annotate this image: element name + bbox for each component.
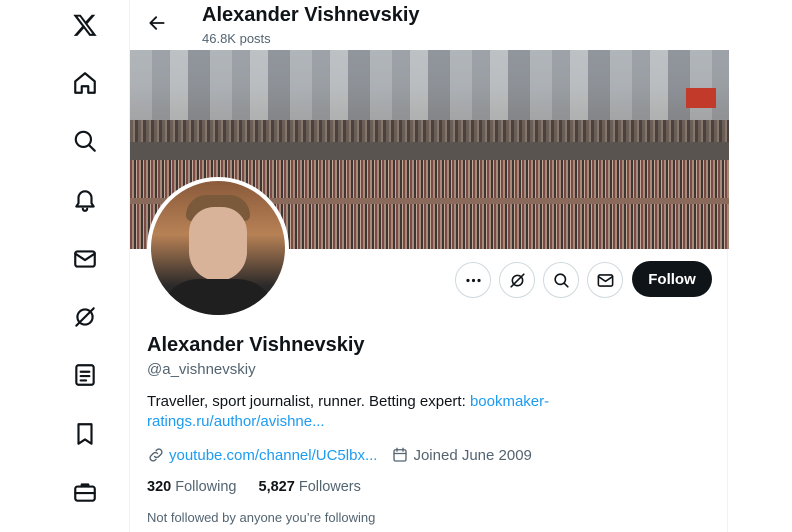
followers-link[interactable]: 5,827 Followers [259,479,361,495]
grok-icon[interactable] [62,294,108,340]
header-post-count: 46.8K posts [202,31,271,46]
search-profile-button[interactable] [543,262,579,298]
header-title: Alexander Vishnevskiy [202,4,420,26]
profile-display-name: Alexander Vishnevskiy [147,334,365,356]
grok-button[interactable] [499,262,535,298]
envelope-icon[interactable] [62,236,108,282]
link-icon [149,448,163,462]
more-button[interactable] [455,262,491,298]
profile-column: Alexander Vishnevskiy 46.8K posts Follow… [129,0,729,532]
following-link[interactable]: 320 Following [147,479,236,495]
back-button[interactable] [140,6,174,40]
home-icon[interactable] [62,60,108,106]
bell-icon[interactable] [62,177,108,223]
follow-button[interactable]: Follow [632,261,712,297]
briefcase-icon[interactable] [62,469,108,515]
x-logo-icon[interactable] [62,2,108,48]
followed-by-note: Not followed by anyone you’re following [147,510,376,525]
profile-website-link[interactable]: youtube.com/channel/UC5lbx... [169,447,377,464]
profile-handle: @a_vishnevskiy [147,361,256,378]
avatar[interactable] [147,177,289,319]
arrow-left-icon [149,16,165,30]
joined-date: Joined June 2009 [413,446,532,464]
search-icon [553,272,569,288]
bio-text: Traveller, sport journalist, runner. Bet… [147,393,470,410]
calendar-icon [393,447,408,462]
profile-header: Alexander Vishnevskiy 46.8K posts [130,0,729,50]
search-icon[interactable] [62,118,108,164]
envelope-icon [597,273,613,287]
profile-stats: 320 Following 5,827 Followers [147,479,379,495]
message-button[interactable] [587,262,623,298]
more-icon [465,278,481,282]
bookmark-icon[interactable] [62,411,108,457]
profile-bio: Traveller, sport journalist, runner. Bet… [147,392,587,432]
profile-meta: youtube.com/channel/UC5lbx... Joined Jun… [147,446,532,464]
list-icon[interactable] [62,352,108,398]
grok-icon [509,272,525,288]
left-nav [0,0,130,532]
